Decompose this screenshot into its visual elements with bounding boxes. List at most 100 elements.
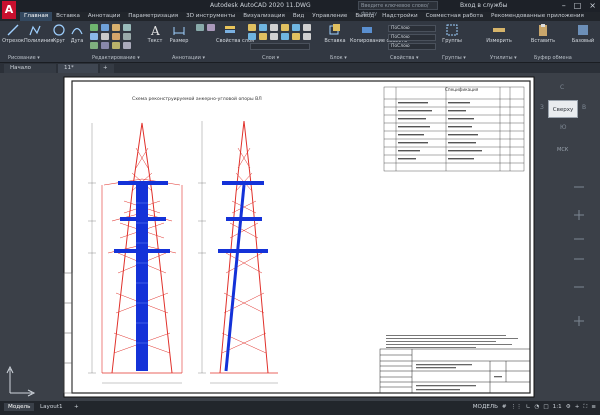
- ribbon-tab[interactable]: 3D инструменты: [182, 12, 239, 21]
- layer-walk-icon[interactable]: [248, 33, 256, 40]
- viewcube-south[interactable]: Ю: [560, 124, 566, 131]
- array-icon[interactable]: [112, 42, 120, 49]
- base-view-label: Базовый: [571, 38, 595, 44]
- layer-state-icon[interactable]: [303, 33, 311, 40]
- ribbon-tab[interactable]: Рекомендованные приложения: [487, 12, 588, 21]
- stretch-icon[interactable]: [90, 42, 98, 49]
- drawing-canvas[interactable]: [0, 73, 600, 401]
- signin-button[interactable]: Вход в службы: [460, 2, 507, 9]
- mirror-icon[interactable]: [101, 33, 109, 40]
- ribbon-tab[interactable]: Совместная работа: [422, 12, 487, 21]
- layer-lock-icon[interactable]: [270, 24, 278, 31]
- ribbon-tab[interactable]: Надстройки: [378, 12, 421, 21]
- gear-icon[interactable]: ⚙: [566, 404, 571, 411]
- measure-button[interactable]: Измерить: [486, 23, 512, 44]
- layout1-tab[interactable]: Layout1: [36, 403, 67, 411]
- layer-match-icon[interactable]: [292, 24, 300, 31]
- annotation-scale[interactable]: 1:1: [553, 404, 562, 411]
- menu-icon[interactable]: ≡: [591, 404, 596, 411]
- snap-icon[interactable]: ⋮⋮: [511, 404, 522, 411]
- explode-icon[interactable]: [123, 33, 131, 40]
- dimension-tool-button[interactable]: Размер: [166, 23, 192, 44]
- ribbon-tab[interactable]: Управление: [308, 12, 351, 21]
- layer-freeze-icon[interactable]: [259, 24, 267, 31]
- layer-on-icon[interactable]: [248, 24, 256, 31]
- ribbon-tab[interactable]: Визуализация: [239, 12, 289, 21]
- viewcube-east[interactable]: В: [582, 104, 586, 111]
- leader-icon[interactable]: [196, 24, 204, 31]
- layer-merge-icon[interactable]: [281, 33, 289, 40]
- offset-icon[interactable]: [123, 42, 131, 49]
- search-input[interactable]: Введите ключевое слово/фразу: [358, 1, 438, 17]
- move-icon[interactable]: [90, 24, 98, 31]
- panel-groups-label[interactable]: Группы ▾: [442, 55, 466, 61]
- maximize-icon[interactable]: □: [574, 1, 582, 10]
- polyline-tool-button[interactable]: Полилиния: [24, 23, 53, 44]
- ribbon-tab[interactable]: Вставка: [52, 12, 84, 21]
- base-view-button[interactable]: Базовый: [570, 23, 596, 44]
- layer-properties-label: Свойства слоя: [216, 38, 255, 44]
- copy-icon[interactable]: [90, 33, 98, 40]
- grid-icon[interactable]: #: [502, 404, 507, 411]
- layers-icon: [225, 26, 235, 33]
- wcs-menu[interactable]: МСК: [557, 147, 568, 153]
- panel-annotation-label[interactable]: Аннотации ▾: [172, 55, 205, 61]
- drawing-tab[interactable]: 11*: [58, 64, 98, 73]
- ortho-icon[interactable]: ∟: [526, 404, 531, 411]
- trim-icon[interactable]: [112, 24, 120, 31]
- ribbon-tabs: Главная Вставка Аннотации Параметризация…: [20, 12, 588, 21]
- text-icon: A: [150, 24, 160, 37]
- ruler-icon: [493, 28, 505, 32]
- lineweight-combo[interactable]: ПоСлою: [388, 43, 436, 50]
- panel-block-label[interactable]: Блок ▾: [330, 55, 347, 61]
- viewcube-west[interactable]: З: [540, 104, 544, 111]
- model-tab[interactable]: Модель: [4, 403, 35, 411]
- table-icon[interactable]: [207, 24, 215, 31]
- arc-tool-button[interactable]: Дуга: [66, 23, 88, 44]
- ribbon-tab[interactable]: Параметризация: [124, 12, 182, 21]
- start-tab[interactable]: Начало: [4, 64, 56, 73]
- add-layout-button[interactable]: +: [70, 403, 83, 411]
- nav-bar[interactable]: [574, 186, 584, 326]
- ribbon-tab[interactable]: Главная: [20, 12, 53, 21]
- layer-properties-button[interactable]: Свойства слоя: [216, 23, 255, 44]
- panel-clipboard-label[interactable]: Буфер обмена: [534, 55, 572, 61]
- layer-iso-icon[interactable]: [281, 24, 289, 31]
- linetype-combo[interactable]: ПоСлою: [388, 34, 436, 41]
- panel-utilities-label[interactable]: Утилиты ▾: [490, 55, 517, 61]
- viewcube-north[interactable]: С: [560, 84, 564, 91]
- osnap-icon[interactable]: □: [543, 404, 548, 411]
- scale-icon[interactable]: [101, 42, 109, 49]
- panel-draw-label[interactable]: Рисование ▾: [8, 55, 40, 61]
- layer-off-icon[interactable]: [259, 33, 267, 40]
- panel-modify-label[interactable]: Редактирование ▾: [92, 55, 140, 61]
- fillet-icon[interactable]: [112, 33, 120, 40]
- fullscreen-icon[interactable]: ⛶: [583, 404, 587, 411]
- polar-icon[interactable]: ◔: [534, 404, 539, 411]
- model-space-toggle[interactable]: МОДЕЛЬ: [473, 404, 498, 411]
- line-tool-button[interactable]: Отрезок: [2, 23, 24, 44]
- new-tab-button[interactable]: +: [100, 64, 114, 73]
- color-combo[interactable]: ПоСлою: [388, 25, 436, 32]
- groups-button[interactable]: Группы: [440, 23, 464, 44]
- layer-delete-icon[interactable]: [292, 33, 300, 40]
- ribbon-tab[interactable]: Вид: [289, 12, 308, 21]
- erase-icon[interactable]: [123, 24, 131, 31]
- paste-button[interactable]: Вставить: [530, 23, 556, 44]
- copy-properties-button[interactable]: Копирование свойств: [350, 23, 407, 44]
- ribbon-tab[interactable]: Вывод: [351, 12, 378, 21]
- plus-icon[interactable]: +: [575, 404, 580, 411]
- panel-properties-label[interactable]: Свойства ▾: [390, 55, 419, 61]
- layer-thaw-icon[interactable]: [270, 33, 278, 40]
- minimize-icon[interactable]: –: [562, 1, 566, 10]
- text-tool-button[interactable]: A Текст: [142, 23, 168, 44]
- insert-block-button[interactable]: Вставка: [324, 23, 346, 44]
- panel-layers-label[interactable]: Слои ▾: [262, 55, 279, 61]
- viewcube[interactable]: Сверху: [548, 100, 578, 118]
- ribbon-tab[interactable]: Аннотации: [84, 12, 124, 21]
- layer-combo[interactable]: [250, 43, 310, 50]
- layer-prev-icon[interactable]: [303, 24, 311, 31]
- rotate-icon[interactable]: [101, 24, 109, 31]
- app-menu-button[interactable]: A: [2, 1, 16, 19]
- close-icon[interactable]: ×: [589, 1, 596, 10]
